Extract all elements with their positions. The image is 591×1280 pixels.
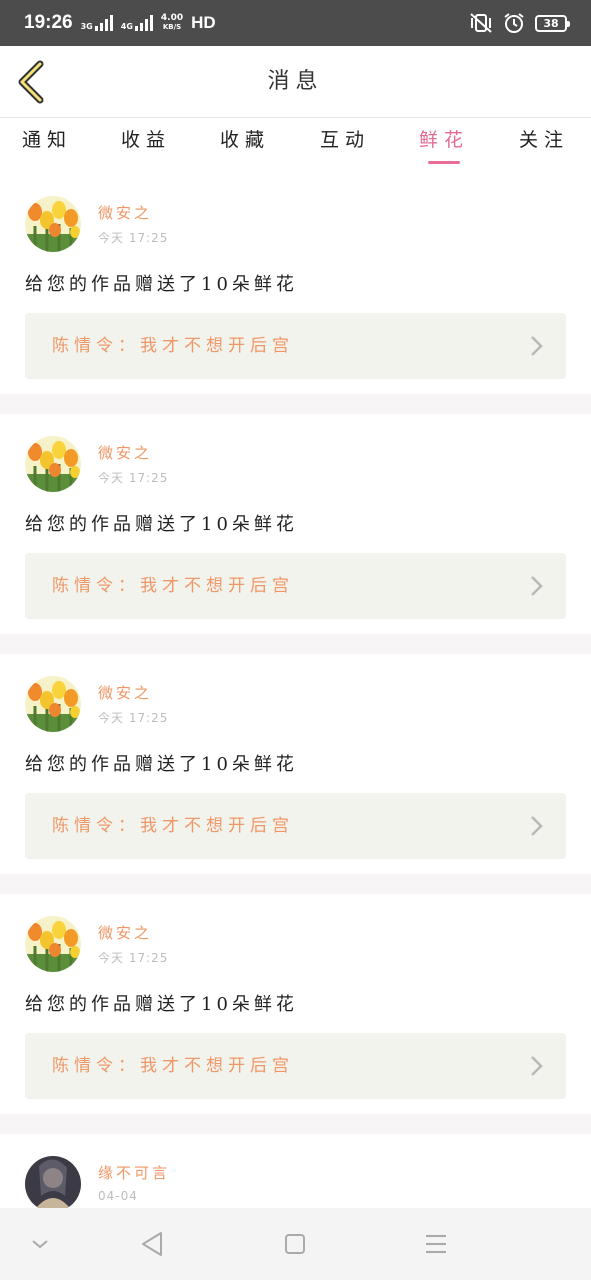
tab-bar: 通知 收益 收藏 互动 鲜花 关注 [0,118,591,174]
nav-back-button[interactable] [137,1228,169,1260]
work-link[interactable]: 陈情令：我才不想开后宫 [25,553,566,619]
tab-following[interactable]: 关注 [499,118,589,174]
tab-label: 收藏 [219,129,270,151]
feed-item: 微安之 今天 17:25 给您的作品赠送了10朵鲜花 陈情令：我才不想开后宫 [0,174,591,394]
status-right: 38 [469,12,570,34]
avatar[interactable] [25,676,81,732]
chevron-right-icon [531,576,543,596]
triangle-back-icon [142,1232,162,1256]
divider [0,1114,591,1134]
username[interactable]: 微安之 [98,202,152,223]
tulip-avatar-icon [25,196,81,252]
status-left: 19:26 3G 4G 4.00 KB/S HD [24,12,216,34]
status-time: 19:26 [24,12,73,33]
feed-item: 微安之 今天 17:25 给您的作品赠送了10朵鲜花 陈情令：我才不想开后宫 [0,414,591,634]
chevron-right-icon [531,336,543,356]
message-text: 给您的作品赠送了10朵鲜花 [25,994,298,1015]
username[interactable]: 微安之 [98,922,152,943]
timestamp: 今天 17:25 [98,471,169,485]
timestamp: 今天 17:25 [98,951,169,965]
network-speed: 4.00 KB/S [161,14,183,32]
chevron-right-icon [531,816,543,836]
username[interactable]: 微安之 [98,442,152,463]
avatar[interactable] [25,1156,81,1212]
work-title: 陈情令：我才不想开后宫 [52,576,294,596]
username[interactable]: 缘不可言 [98,1162,170,1183]
avatar[interactable] [25,916,81,972]
feed-item: 微安之 今天 17:25 给您的作品赠送了10朵鲜花 陈情令：我才不想开后宫 [0,654,591,874]
timestamp: 04-04 [98,1189,138,1203]
tab-label: 关注 [518,129,569,151]
tulip-avatar-icon [25,436,81,492]
signal-4g: 4G [121,15,153,31]
divider [0,634,591,654]
tab-flowers[interactable]: 鲜花 [399,118,489,174]
timestamp: 今天 17:25 [98,231,169,245]
network-4g-label: 4G [120,22,133,31]
tab-label: 收益 [120,129,171,151]
signal-bars-icon [134,15,153,31]
active-tab-indicator [428,161,460,164]
chevron-right-icon [531,1056,543,1076]
portrait-avatar-icon [25,1156,81,1212]
feed-item: 微安之 今天 17:25 给您的作品赠送了10朵鲜花 陈情令：我才不想开后宫 [0,894,591,1114]
avatar[interactable] [25,436,81,492]
tab-notifications[interactable]: 通知 [2,118,92,174]
work-link[interactable]: 陈情令：我才不想开后宫 [25,313,566,379]
alarm-icon [503,12,525,34]
tulip-avatar-icon [25,916,81,972]
speed-value: 4.00 [160,13,184,23]
message-text: 给您的作品赠送了10朵鲜花 [25,514,298,535]
nav-home-button[interactable] [279,1228,311,1260]
message-text: 给您的作品赠送了10朵鲜花 [25,274,298,295]
network-3g-label: 3G [80,22,93,31]
header: 消息 [0,46,591,118]
system-nav-bar [0,1208,591,1280]
square-home-icon [285,1234,305,1254]
tab-label: 通知 [21,129,72,151]
menu-icon [426,1235,446,1253]
divider [0,394,591,414]
work-title: 陈情令：我才不想开后宫 [52,816,294,836]
avatar[interactable] [25,196,81,252]
tab-favorites[interactable]: 收藏 [200,118,290,174]
flower-feed: 微安之 今天 17:25 给您的作品赠送了10朵鲜花 陈情令：我才不想开后宫 微… [0,174,591,1254]
signal-3g: 3G [81,15,113,31]
message-text: 给您的作品赠送了10朵鲜花 [25,754,298,775]
speed-unit: KB/S [162,23,182,31]
hd-label: HD [191,13,216,32]
tab-label: 互动 [319,129,370,151]
work-link[interactable]: 陈情令：我才不想开后宫 [25,793,566,859]
vibrate-mute-icon [469,12,493,34]
tab-interactions[interactable]: 互动 [300,118,390,174]
nav-menu-button[interactable] [420,1228,452,1260]
timestamp: 今天 17:25 [98,711,169,725]
app-root: 19:26 3G 4G 4.00 KB/S HD 38 消息 通知 收益 收藏 … [0,0,591,1280]
divider [0,874,591,894]
battery-icon: 38 [535,14,570,32]
username[interactable]: 微安之 [98,682,152,703]
nav-collapse-button[interactable] [24,1228,56,1260]
tab-earnings[interactable]: 收益 [101,118,191,174]
signal-bars-icon [94,15,113,31]
status-bar: 19:26 3G 4G 4.00 KB/S HD 38 [0,0,591,46]
tab-label: 鲜花 [418,129,469,151]
work-title: 陈情令：我才不想开后宫 [52,336,294,356]
work-title: 陈情令：我才不想开后宫 [52,1056,294,1076]
tulip-avatar-icon [25,676,81,732]
work-link[interactable]: 陈情令：我才不想开后宫 [25,1033,566,1099]
chevron-down-icon [32,1240,48,1249]
page-title: 消息 [267,69,324,94]
